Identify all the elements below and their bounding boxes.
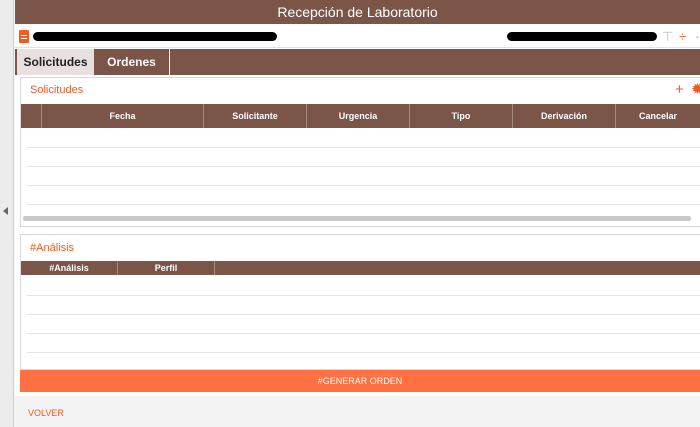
table-row[interactable] xyxy=(27,352,700,353)
table-row[interactable] xyxy=(27,314,700,315)
column-fecha[interactable]: Fecha xyxy=(42,104,204,128)
document-icon[interactable] xyxy=(19,30,29,43)
column-urgencia[interactable]: Urgencia xyxy=(307,104,410,128)
column-perfil[interactable]: Perfil xyxy=(118,261,215,275)
solicitudes-table-header: Fecha Solicitante Urgencia Tipo Derivaci… xyxy=(21,104,700,128)
column-cancelar[interactable]: Cancelar xyxy=(616,104,700,128)
tab-bar: Solicitudes Ordenes xyxy=(15,49,700,75)
back-link[interactable]: VOLVER xyxy=(28,408,64,418)
document-bar: ⊤ ÷ · xyxy=(15,27,700,48)
text-format-icon[interactable]: ⊤ xyxy=(662,29,673,45)
sort-icon[interactable]: ÷ xyxy=(679,29,686,45)
redacted-text xyxy=(33,32,277,41)
column-solicitante[interactable]: Solicitante xyxy=(204,104,307,128)
solicitudes-title: Solicitudes xyxy=(30,84,84,96)
table-row[interactable] xyxy=(27,147,700,148)
footer: VOLVER xyxy=(15,396,700,427)
table-row[interactable] xyxy=(27,204,700,205)
column-analisis[interactable]: #Análisis xyxy=(21,261,118,275)
analisis-panel xyxy=(20,234,700,370)
more-icon[interactable]: · xyxy=(695,29,699,45)
analisis-title: #Análisis xyxy=(30,242,75,254)
analisis-table-header: #Análisis Perfil xyxy=(21,261,700,275)
generate-order-button[interactable]: #GENERAR ORDEN xyxy=(20,370,700,392)
collapse-arrow-icon[interactable] xyxy=(3,207,8,215)
redacted-text xyxy=(507,32,657,41)
table-row[interactable] xyxy=(27,295,700,296)
table-row[interactable] xyxy=(27,185,700,186)
column-tipo[interactable]: Tipo xyxy=(410,104,513,128)
tab-solicitudes[interactable]: Solicitudes xyxy=(17,49,94,75)
app-window: Recepción de Laboratorio ⊤ ÷ · Solicitud… xyxy=(15,0,700,427)
add-icon[interactable]: + xyxy=(675,82,684,97)
tab-ordenes[interactable]: Ordenes xyxy=(94,49,170,75)
select-column-header[interactable] xyxy=(21,104,42,128)
table-row[interactable] xyxy=(27,166,700,167)
gear-icon[interactable]: ✹ xyxy=(691,82,700,97)
left-rail xyxy=(0,0,14,427)
table-row[interactable] xyxy=(27,333,700,334)
window-title: Recepción de Laboratorio xyxy=(15,0,700,24)
horizontal-scrollbar[interactable] xyxy=(23,216,691,221)
column-derivacion[interactable]: Derivación xyxy=(513,104,616,128)
